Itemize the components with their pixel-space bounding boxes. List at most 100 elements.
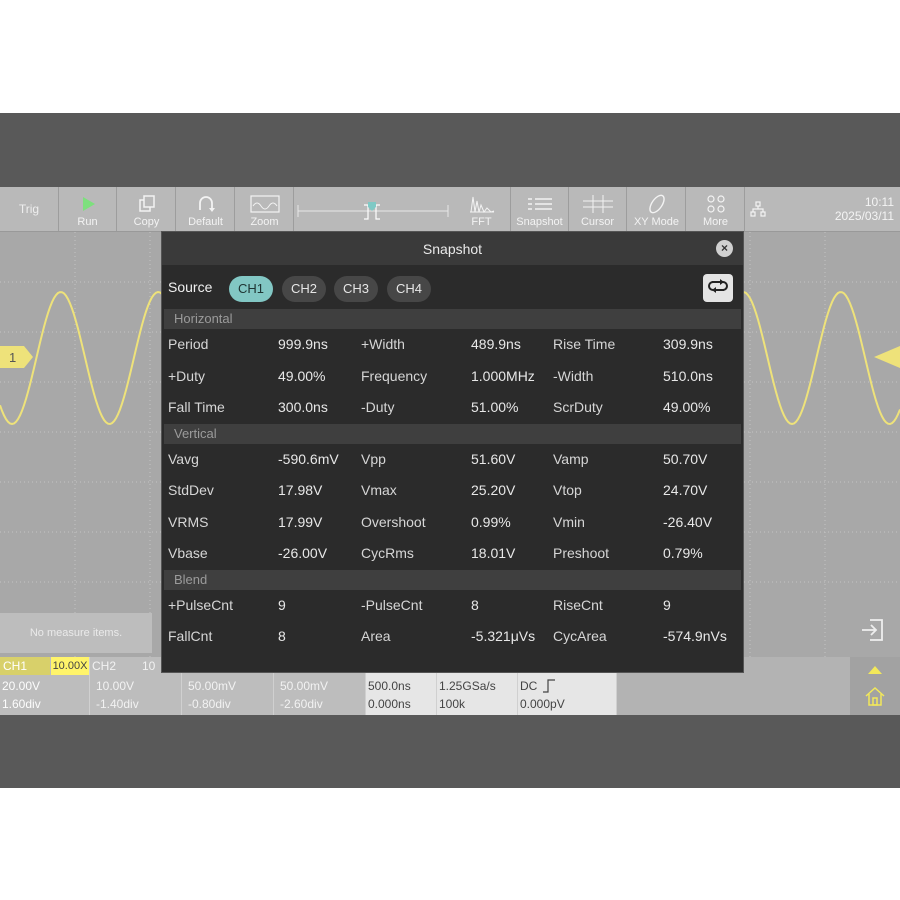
- copy-icon: [138, 193, 156, 215]
- reset-icon: [196, 193, 216, 215]
- measurement-value: 300.0ns: [278, 399, 328, 415]
- snapshot-button[interactable]: Snapshot: [511, 187, 569, 231]
- measurement-label: FallCnt: [168, 628, 213, 644]
- close-icon[interactable]: ×: [716, 240, 733, 257]
- timebase-scale: 500.0ns: [368, 679, 411, 693]
- fft-icon: [469, 193, 495, 215]
- top-letterbox: [0, 113, 900, 187]
- source-chip-ch2[interactable]: CH2: [282, 276, 326, 302]
- timebase-delay: 0.000ns: [368, 697, 411, 711]
- measurement-value: 51.60V: [471, 450, 516, 467]
- measurement-label: VRMS: [168, 513, 209, 530]
- measurement-label: Vamp: [553, 450, 589, 467]
- xy-mode-button[interactable]: XY Mode: [628, 187, 686, 231]
- sample-rate: 1.25GSa/s: [439, 679, 496, 693]
- more-label: More: [702, 216, 729, 228]
- source-chip-ch3[interactable]: CH3: [334, 276, 378, 302]
- zoom-button[interactable]: Zoom: [236, 187, 294, 231]
- measurement-label: +Duty: [168, 367, 205, 384]
- no-measure-panel[interactable]: No measure items.: [0, 613, 152, 653]
- trigger-level: 0.000pV: [520, 697, 565, 711]
- measurement-label: Vmin: [553, 513, 585, 530]
- zoom-label: Zoom: [250, 216, 279, 228]
- ch2-scale: 10.00V: [96, 679, 135, 693]
- measurement-value: 17.98V: [278, 482, 323, 498]
- measurement-value: 0.79%: [663, 545, 703, 561]
- measurement-label: -PulseCnt: [361, 596, 423, 613]
- home-panel: [850, 657, 900, 715]
- measurement-value: -590.6mV: [278, 450, 339, 467]
- measurement-label: -Width: [553, 367, 594, 384]
- refresh-button[interactable]: [703, 274, 733, 302]
- measurement-label: Vavg: [168, 450, 199, 467]
- cursor-label: Cursor: [580, 216, 614, 228]
- list-icon: [527, 193, 553, 215]
- source-label: Source: [168, 279, 213, 295]
- source-chip-ch4[interactable]: CH4: [387, 276, 431, 302]
- ch3-scale: 50.00mV: [188, 679, 237, 693]
- measurement-label: Period: [168, 336, 209, 352]
- clock-date: 2025/03/11: [834, 209, 894, 223]
- cursor-button[interactable]: Cursor: [569, 187, 627, 231]
- time-position-slider[interactable]: [296, 193, 450, 225]
- measurement-value: 51.00%: [471, 399, 519, 415]
- fft-button[interactable]: FFT: [453, 187, 511, 231]
- clock: 10:11 2025/03/11: [835, 195, 894, 223]
- ch4-offset: -2.60div: [280, 697, 323, 711]
- trig-status[interactable]: Trig: [0, 187, 59, 231]
- more-button[interactable]: More: [687, 187, 745, 231]
- copy-button[interactable]: Copy: [118, 187, 176, 231]
- snapshot-label: Snapshot: [516, 216, 563, 228]
- measurement-value: 309.9ns: [663, 336, 713, 352]
- measurement-value: 17.99V: [278, 513, 323, 530]
- ch1-level-marker[interactable]: 1: [0, 346, 34, 373]
- measurement-value: 9: [663, 596, 671, 613]
- measurement-label: +Width: [361, 336, 405, 352]
- default-button[interactable]: Default: [177, 187, 235, 231]
- measurement-label: Vmax: [361, 482, 397, 498]
- ch1-offset: 1.60div: [2, 697, 41, 711]
- measurement-label: -Duty: [361, 399, 395, 415]
- measurement-label: Vbase: [168, 545, 208, 561]
- measurement-row: Vbase -26.00V CycRms 18.01V Preshoot 0.79%: [162, 538, 743, 570]
- refresh-icon: [707, 278, 729, 299]
- zoom-icon: [249, 193, 280, 215]
- trigger-level-marker[interactable]: [874, 346, 900, 373]
- measurement-value: -574.9nVs: [663, 628, 727, 644]
- home-icon[interactable]: [864, 685, 886, 712]
- toolbar: Trig Run Copy Default Zoom FFT Snapshot …: [0, 187, 900, 232]
- measurement-row: StdDev 17.98V Vmax 25.20V Vtop 24.70V: [162, 475, 743, 507]
- snapshot-dialog: Snapshot × Source CH1 CH2 CH3 CH4 Horizo…: [161, 231, 744, 673]
- run-button[interactable]: Run: [59, 187, 117, 231]
- measurement-value: -26.40V: [663, 513, 713, 530]
- measurement-value: 489.9ns: [471, 336, 521, 352]
- measurement-value: 50.70V: [663, 450, 708, 467]
- chevron-up-icon[interactable]: [868, 661, 882, 679]
- exit-icon[interactable]: [860, 617, 886, 648]
- measurement-label: Fall Time: [168, 399, 225, 415]
- xy-mode-label: XY Mode: [633, 216, 680, 228]
- source-chip-ch1[interactable]: CH1: [229, 276, 273, 302]
- measurement-row: Fall Time 300.0ns -Duty 51.00% ScrDuty 49.00%: [162, 392, 743, 424]
- measurement-value: 510.0ns: [663, 367, 713, 384]
- section-header-blend: Blend: [164, 569, 741, 590]
- measurement-label: Vtop: [553, 482, 582, 498]
- measurement-label: Preshoot: [553, 545, 610, 561]
- ch1-settings[interactable]: CH1 10.00X 20.00V 1.60div: [0, 657, 90, 715]
- measurement-label: RiseCnt: [553, 596, 603, 613]
- section-header-horizontal: Horizontal: [164, 309, 741, 329]
- measurement-value: 49.00%: [278, 367, 326, 384]
- measurement-row: Period 999.9ns +Width 489.9ns Rise Time 309.9…: [162, 329, 743, 361]
- measurement-value: 49.00%: [663, 399, 711, 415]
- fft-label: FFT: [471, 216, 492, 228]
- section-header-vertical: Vertical: [164, 423, 741, 444]
- measurement-label: Overshoot: [361, 513, 426, 530]
- copy-label: Copy: [133, 216, 160, 228]
- ch1-tag: CH1: [0, 657, 50, 675]
- measurement-value: 9: [278, 596, 286, 613]
- ch1-scale: 20.00V: [2, 679, 41, 693]
- measurement-value: 0.99%: [471, 513, 511, 530]
- measurement-row: VRMS 17.99V Overshoot 0.99% Vmin -26.40V: [162, 507, 743, 539]
- ch2-offset: -1.40div: [96, 697, 139, 711]
- ch4-scale: 50.00mV: [280, 679, 329, 693]
